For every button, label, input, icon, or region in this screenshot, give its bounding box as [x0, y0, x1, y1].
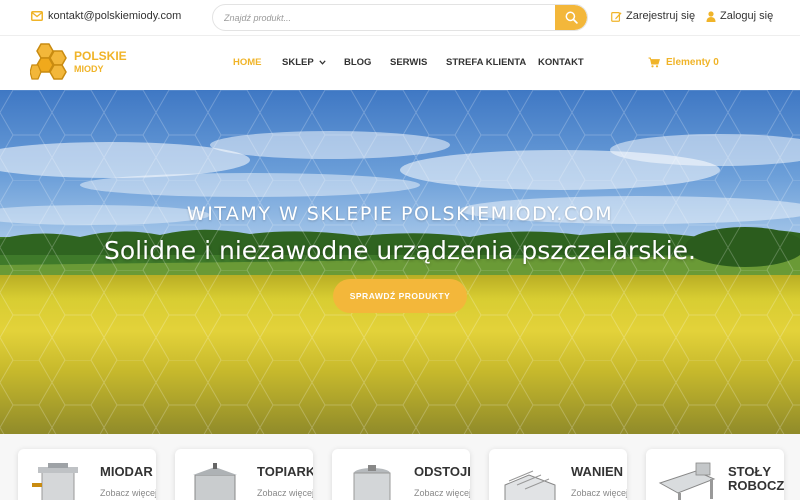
login-label: Zaloguj się — [720, 10, 774, 22]
view-products-button[interactable]: SPRAWDŹ PRODUKTY — [333, 279, 467, 313]
work-table-thumbnail — [658, 462, 716, 500]
nav-client-zone[interactable]: STREFA KLIENTA — [446, 57, 538, 68]
category-card[interactable]: ODSTOJI Zobacz więcej — [332, 449, 470, 500]
melter-thumbnail — [193, 463, 237, 500]
hero-subtitle: WITAMY W SKLEPIE POLSKIEMIODY.COM — [186, 203, 614, 225]
nav-shop-label: SKLEP — [282, 57, 314, 68]
top-bar: kontakt@polskiemiody.com Zarejestruj się… — [0, 0, 800, 35]
category-card[interactable]: STOŁY ROBOCZ — [646, 449, 784, 500]
chevron-down-icon — [319, 60, 326, 65]
category-name-line2: ROBOCZ — [728, 478, 784, 493]
main-navbar: POLSKIE MIODY HOME SKLEP BLOG SERWIS STR… — [0, 35, 800, 90]
register-link[interactable]: Zarejestruj się — [611, 10, 695, 22]
cart-link[interactable]: Elementy 0 — [648, 57, 719, 68]
category-name: WANIEN — [571, 464, 623, 479]
register-label: Zarejestruj się — [626, 10, 696, 22]
search-form — [212, 4, 588, 31]
honeycomb-logo-icon — [30, 43, 67, 80]
contact-email-text: kontakt@polskiemiody.com — [48, 10, 182, 22]
search-input[interactable] — [213, 5, 557, 30]
search-button[interactable] — [555, 5, 587, 30]
hero-title: Solidne i niezawodne urządzenia pszczela… — [104, 236, 696, 265]
nav-blog[interactable]: BLOG — [344, 57, 390, 68]
extractor-thumbnail — [32, 463, 78, 500]
login-link[interactable]: Zaloguj się — [706, 10, 773, 22]
site-logo[interactable]: POLSKIE MIODY — [30, 41, 127, 85]
category-name: ODSTOJI — [414, 464, 470, 479]
nav-shop[interactable]: SKLEP — [282, 57, 344, 68]
category-cards: MIODAR Zobacz więcej TOPIARK Zobacz więc… — [0, 434, 800, 500]
settling-tank-thumbnail — [353, 465, 391, 500]
contact-email-link[interactable]: kontakt@polskiemiody.com — [31, 10, 181, 22]
category-card[interactable]: TOPIARK Zobacz więcej — [175, 449, 313, 500]
category-more-link[interactable]: Zobacz więcej — [571, 488, 627, 498]
category-card[interactable]: WANIEN Zobacz więcej — [489, 449, 627, 500]
edit-icon — [611, 11, 622, 22]
category-name: MIODAR — [100, 464, 153, 479]
nav-service[interactable]: SERWIS — [390, 57, 446, 68]
category-name: TOPIARK — [257, 464, 313, 479]
search-icon — [565, 11, 578, 24]
category-name-line1: STOŁY — [728, 464, 772, 479]
nav-contact[interactable]: KONTAKT — [538, 57, 584, 68]
cart-icon — [648, 57, 660, 68]
hero-banner: WITAMY W SKLEPIE POLSKIEMIODY.COM Solidn… — [0, 90, 800, 434]
main-menu: HOME SKLEP BLOG SERWIS STREFA KLIENTA KO… — [233, 57, 584, 68]
envelope-icon — [31, 11, 43, 21]
category-name: STOŁY ROBOCZ — [728, 465, 784, 493]
category-card[interactable]: MIODAR Zobacz więcej — [18, 449, 156, 500]
user-icon — [706, 10, 716, 22]
nav-home[interactable]: HOME — [233, 57, 282, 68]
logo-text-line2: MIODY — [74, 64, 104, 74]
category-more-link[interactable]: Zobacz więcej — [100, 488, 156, 498]
cart-count-label: Elementy 0 — [666, 57, 719, 68]
logo-text-line1: POLSKIE — [74, 49, 127, 63]
category-more-link[interactable]: Zobacz więcej — [414, 488, 470, 498]
tray-thumbnail — [504, 470, 556, 500]
category-more-link[interactable]: Zobacz więcej — [257, 488, 313, 498]
